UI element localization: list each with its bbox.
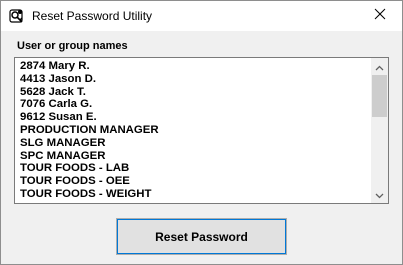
user-group-list: 2874 Mary R. 4413 Jason D. 5628 Jack T. … [20, 60, 370, 201]
list-item[interactable]: 4413 Jason D. [20, 73, 370, 86]
reset-password-window: Reset Password Utility User or group nam… [0, 0, 403, 265]
list-item[interactable]: TOUR FOODS - LAB [20, 162, 370, 175]
list-item[interactable]: 5628 Jack T. [20, 86, 370, 99]
list-item[interactable]: SPC MANAGER [20, 150, 370, 163]
list-item[interactable]: 9612 Susan E. [20, 111, 370, 124]
user-group-label: User or group names [17, 40, 128, 52]
title-bar[interactable]: Reset Password Utility [1, 1, 402, 31]
reset-password-button[interactable]: Reset Password [116, 218, 287, 255]
list-item[interactable]: TOUR FOODS - OEE [20, 175, 370, 188]
scroll-down-arrow-icon [375, 186, 384, 204]
list-item[interactable]: TOUR FOODS - WEIGHT [20, 188, 370, 201]
keys-app-icon [9, 8, 25, 24]
scroll-up-arrow-icon [375, 58, 384, 76]
vertical-scrollbar[interactable] [371, 58, 388, 203]
close-button[interactable] [357, 1, 402, 31]
scroll-thumb[interactable] [372, 75, 387, 117]
window-title: Reset Password Utility [32, 9, 153, 23]
scroll-down-button[interactable] [371, 186, 388, 203]
user-group-listbox[interactable]: 2874 Mary R. 4413 Jason D. 5628 Jack T. … [14, 57, 389, 204]
scroll-up-button[interactable] [371, 58, 388, 75]
close-icon [374, 7, 386, 25]
list-item[interactable]: PRODUCTION MANAGER [20, 124, 370, 137]
list-item[interactable]: 2874 Mary R. [20, 60, 370, 73]
list-item[interactable]: SLG MANAGER [20, 137, 370, 150]
list-item[interactable]: 7076 Carla G. [20, 98, 370, 111]
